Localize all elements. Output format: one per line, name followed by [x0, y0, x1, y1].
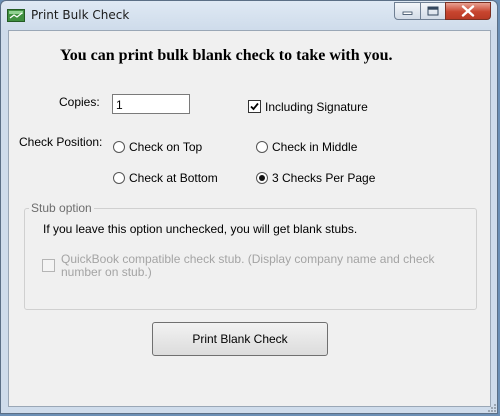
window-title: Print Bulk Check	[31, 8, 130, 22]
quickbook-stub-checkbox[interactable]	[42, 259, 55, 272]
stub-info-text: If you leave this option unchecked, you …	[43, 222, 358, 236]
radio-check-on-top[interactable]	[113, 141, 125, 153]
resize-grip-icon[interactable]	[485, 403, 497, 415]
radio-check-in-middle[interactable]	[256, 141, 268, 153]
minimize-button[interactable]	[394, 2, 421, 20]
copies-input[interactable]	[112, 94, 190, 114]
close-icon	[461, 5, 475, 17]
stub-option-group: Stub option If you leave this option unc…	[24, 201, 477, 310]
signature-label[interactable]: Including Signature	[265, 100, 368, 114]
copies-label: Copies:	[59, 95, 100, 109]
minimize-icon	[402, 11, 413, 15]
radio-three-checks-per-page[interactable]	[256, 172, 268, 184]
page-title: You can print bulk blank check to take w…	[60, 47, 393, 64]
quickbook-stub-label-line2: number on stub.)	[61, 265, 152, 279]
quickbook-stub-label-line1: QuickBook compatible check stub. (Displa…	[61, 252, 435, 266]
radio-check-on-top-label[interactable]: Check on Top	[129, 140, 202, 154]
dialog-window: Print Bulk Check You can print bulk blan…	[0, 0, 498, 414]
close-button[interactable]	[445, 2, 491, 20]
radio-three-checks-per-page-label[interactable]: 3 Checks Per Page	[272, 171, 375, 185]
radio-selected-dot	[259, 175, 265, 181]
title-bar[interactable]: Print Bulk Check	[1, 1, 497, 31]
maximize-icon	[427, 6, 439, 16]
dialog-client-area: You can print bulk blank check to take w…	[8, 30, 491, 407]
stub-option-legend: Stub option	[29, 201, 94, 215]
signature-checkbox[interactable]	[248, 100, 261, 113]
radio-check-at-bottom[interactable]	[113, 172, 125, 184]
maximize-button[interactable]	[420, 2, 446, 20]
check-position-label: Check Position:	[19, 135, 103, 149]
radio-check-at-bottom-label[interactable]: Check at Bottom	[129, 171, 218, 185]
print-blank-check-button[interactable]: Print Blank Check	[152, 322, 328, 356]
checkmark-icon	[250, 102, 259, 111]
radio-check-in-middle-label[interactable]: Check in Middle	[272, 140, 357, 154]
app-icon	[7, 9, 25, 22]
